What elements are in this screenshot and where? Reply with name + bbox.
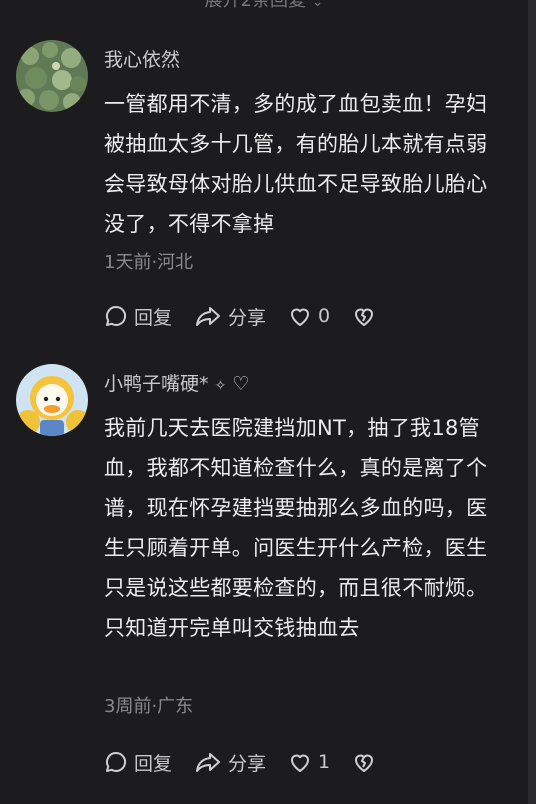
like-count: 0 xyxy=(318,305,331,327)
comment-text: 我前几天去医院建挡加NT，抽了我18管血，我都不知道检查什么，真的是离了个谱，现… xyxy=(104,416,488,640)
avatar[interactable] xyxy=(16,40,88,112)
dislike-button[interactable] xyxy=(352,750,376,774)
sparkle-icon: ✧ xyxy=(214,378,227,394)
avatar[interactable] xyxy=(16,364,88,436)
expand-replies-label: 展开2条回复 xyxy=(204,0,306,11)
comment-bubble-icon xyxy=(106,751,127,772)
reply-button[interactable]: 回复 xyxy=(104,749,172,776)
heart-icon xyxy=(291,308,310,326)
reply-label: 回复 xyxy=(134,752,173,775)
reply-button[interactable]: 回复 xyxy=(104,303,172,330)
scrollbar[interactable] xyxy=(528,0,536,804)
broken-heart-icon xyxy=(355,754,374,772)
like-button[interactable]: 1 xyxy=(288,750,330,774)
like-count: 1 xyxy=(318,751,331,773)
share-button[interactable]: 分享 xyxy=(194,749,266,776)
chevron-down-icon: ⌄ xyxy=(311,0,324,10)
username[interactable]: 小鸭子嘴硬* ✧ ♡ xyxy=(104,369,249,396)
username[interactable]: 我心依然 xyxy=(104,45,180,72)
expand-replies-link[interactable]: 展开2条回复 ⌄ xyxy=(0,0,528,12)
share-label: 分享 xyxy=(228,306,267,329)
comment-text: 一管都用不清，多的成了血包卖血！孕妇被抽血太多十几管，有的胎儿本就有点弱会导致母… xyxy=(104,92,488,236)
share-arrow-icon xyxy=(196,753,221,772)
broken-heart-icon xyxy=(355,308,374,326)
reply-label: 回复 xyxy=(134,306,173,329)
like-button[interactable]: 0 xyxy=(288,304,330,328)
username-text: 小鸭子嘴硬* xyxy=(104,373,209,395)
share-arrow-icon xyxy=(196,307,221,326)
share-label: 分享 xyxy=(228,752,267,775)
comment-bubble-icon xyxy=(106,305,127,326)
dislike-button[interactable] xyxy=(352,304,376,328)
heart-icon xyxy=(291,754,310,772)
comment-meta: 3周前·广东 xyxy=(104,696,194,717)
comment-meta: 1天前·河北 xyxy=(104,252,194,273)
username-suffix: ♡ xyxy=(232,373,250,395)
share-button[interactable]: 分享 xyxy=(194,303,266,330)
